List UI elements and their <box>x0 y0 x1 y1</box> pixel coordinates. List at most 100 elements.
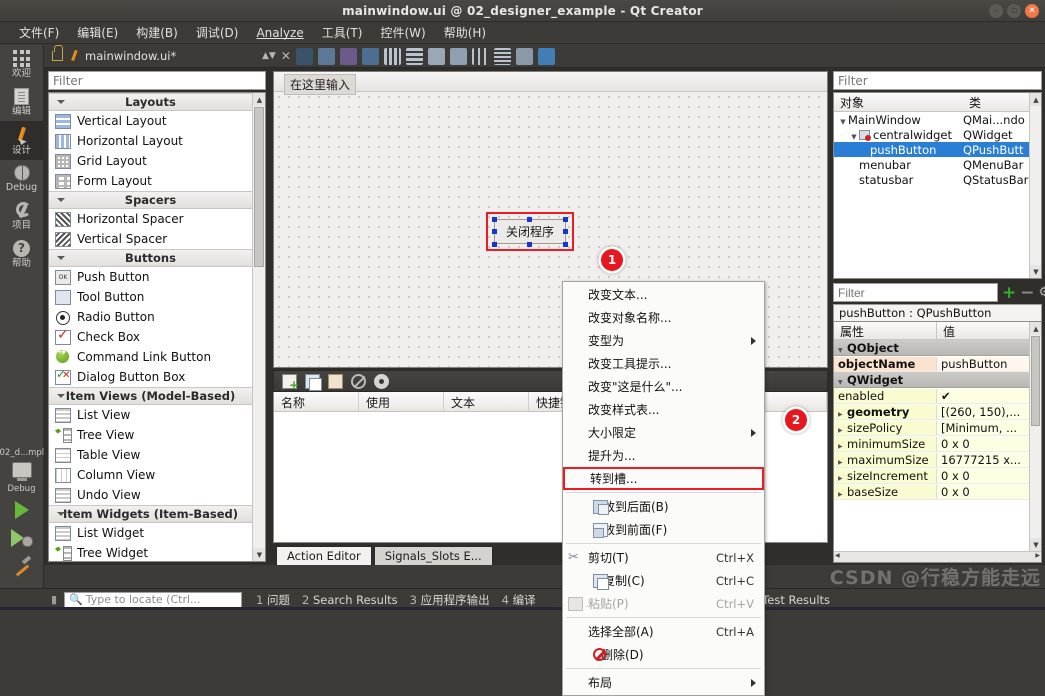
scroll-up-icon[interactable]: ▲ <box>1030 93 1042 106</box>
resize-handle-w[interactable] <box>492 229 497 234</box>
scroll-up-icon[interactable]: ▲ <box>253 93 266 106</box>
menu-edit[interactable]: 编辑(E) <box>68 22 127 43</box>
widget-item[interactable]: Undo View <box>49 485 252 505</box>
remove-icon[interactable]: − <box>1020 286 1034 300</box>
property-row[interactable]: ▶maximumSize16777215 x... <box>834 452 1041 468</box>
widget-item[interactable]: Radio Button <box>49 307 252 327</box>
widget-category-0[interactable]: Layouts <box>49 93 252 111</box>
widget-item[interactable]: Vertical Layout <box>49 111 252 131</box>
object-inspector-tree[interactable]: 对象 类 ▼MainWindowQMai...ndo▼centralwidget… <box>833 92 1042 279</box>
chevron-right-icon[interactable]: ▶ <box>838 475 847 482</box>
resize-handle-s[interactable] <box>527 242 532 247</box>
widget-item[interactable]: Horizontal Layout <box>49 131 252 151</box>
chevron-down-icon[interactable]: ▼ <box>838 379 847 386</box>
sidebar-item-welcome[interactable]: 欢迎 <box>0 45 44 83</box>
scroll-right-icon[interactable]: ▶ <box>1035 552 1040 559</box>
object-tree-scrollbar[interactable]: ▲ ▼ <box>1029 93 1041 278</box>
status-item-issues[interactable]: 1 问题 <box>250 592 296 608</box>
scroll-down-icon[interactable]: ▼ <box>1030 265 1042 278</box>
property-value[interactable]: 0 x 0 <box>936 469 1041 483</box>
column-header-text[interactable]: 文本 <box>444 392 529 411</box>
sidebar-item-edit[interactable]: 编辑 <box>0 83 44 121</box>
widget-item[interactable]: Tree View <box>49 425 252 445</box>
lock-icon[interactable] <box>52 51 63 61</box>
close-document-icon[interactable]: ✕ <box>281 49 291 63</box>
object-tree-row[interactable]: statusbarQStatusBar <box>834 172 1041 187</box>
context-menu-item[interactable]: 放到后面(B) <box>563 495 764 518</box>
scroll-down-icon[interactable]: ▼ <box>1030 538 1042 551</box>
object-tree-row[interactable]: ▼MainWindowQMai...ndo <box>834 112 1041 127</box>
edit-tab-order-icon[interactable] <box>384 48 401 65</box>
context-menu-item[interactable]: 布局 <box>563 671 764 694</box>
form-menu-placeholder[interactable]: 在这里输入 <box>284 74 356 95</box>
layout-form-icon[interactable] <box>472 48 489 65</box>
property-row[interactable]: ▶geometry[(260, 150),... <box>834 404 1041 420</box>
widget-item[interactable]: Tree Widget <box>49 543 252 562</box>
widget-item[interactable]: Table View <box>49 445 252 465</box>
widget-box-scrollbar[interactable]: ▲ ▼ <box>252 93 265 561</box>
widget-item[interactable]: Dialog Button Box <box>49 367 252 387</box>
property-row[interactable]: objectNamepushButton <box>834 356 1041 372</box>
sidebar-toggle-icon[interactable]: ▮ <box>44 593 64 606</box>
column-header-value[interactable]: 值 <box>936 322 1041 339</box>
new-action-icon[interactable] <box>282 374 297 389</box>
menu-widgets[interactable]: 控件(W) <box>371 22 434 43</box>
widget-item[interactable]: Check Box <box>49 327 252 347</box>
sidebar-item-debug[interactable]: Debug <box>0 160 44 197</box>
scroll-left-icon[interactable]: ◀ <box>835 552 840 559</box>
widget-category-1[interactable]: Spacers <box>49 191 252 209</box>
locator-field[interactable]: 🔍 Type to locate (Ctrl... <box>64 592 242 608</box>
paste-action-icon[interactable] <box>328 374 343 389</box>
column-header-used[interactable]: 使用 <box>359 392 444 411</box>
scroll-down-icon[interactable]: ▼ <box>253 548 266 561</box>
status-item-search-results[interactable]: 2 Search Results <box>296 593 404 607</box>
widget-item[interactable]: Grid Layout <box>49 151 252 171</box>
break-layout-icon[interactable] <box>516 48 533 65</box>
context-menu-item[interactable]: 改变工具提示... <box>563 352 764 375</box>
debug-run-icon[interactable] <box>11 529 33 547</box>
widget-item[interactable]: Command Link Button <box>49 347 252 367</box>
copy-action-icon[interactable] <box>305 374 320 389</box>
object-tree-row[interactable]: menubarQMenuBar <box>834 157 1041 172</box>
property-editor-table[interactable]: 属性 值 ▼QObjectobjectNamepushButton▼QWidge… <box>833 321 1042 563</box>
add-icon[interactable]: + <box>1002 286 1016 300</box>
scrollbar-thumb[interactable] <box>254 107 264 267</box>
tab-signals-slots-editor[interactable]: Signals_Slots E... <box>374 546 493 565</box>
property-scrollbar-v[interactable]: ▲ ▼ <box>1029 322 1041 551</box>
resize-handle-se[interactable] <box>563 242 568 247</box>
tab-action-editor[interactable]: Action Editor <box>276 546 372 565</box>
widget-item[interactable]: List View <box>49 405 252 425</box>
layout-horizontal-icon[interactable] <box>406 48 423 65</box>
widget-item[interactable]: Form Layout <box>49 171 252 191</box>
sidebar-item-projects[interactable]: 项目 <box>0 197 44 235</box>
context-menu-item[interactable]: 变型为 <box>563 329 764 352</box>
property-value[interactable]: 0 x 0 <box>936 485 1041 499</box>
chevron-down-icon[interactable]: ▼ <box>838 118 848 126</box>
design-pushbutton[interactable]: 关闭程序 <box>494 219 566 244</box>
widget-box-filter-input[interactable] <box>48 71 266 90</box>
configure-icon[interactable]: ⚙ <box>1039 285 1045 300</box>
edit-signals-icon[interactable] <box>340 48 357 65</box>
chevron-right-icon[interactable]: ▶ <box>838 491 847 498</box>
property-row[interactable]: ▶sizeIncrement0 x 0 <box>834 468 1041 484</box>
chevron-right-icon[interactable]: ▶ <box>838 459 847 466</box>
widget-item[interactable]: Horizontal Spacer <box>49 209 252 229</box>
context-menu-item[interactable]: 放到前面(F) <box>563 518 764 541</box>
menu-build[interactable]: 构建(B) <box>127 22 187 43</box>
resize-handle-e[interactable] <box>563 229 568 234</box>
scrollbar-thumb[interactable] <box>1031 336 1040 426</box>
property-row[interactable]: ▶minimumSize0 x 0 <box>834 436 1041 452</box>
context-menu-item[interactable]: 改变对象名称... <box>563 306 764 329</box>
property-row[interactable]: ▶sizePolicy[Minimum, ... <box>834 420 1041 436</box>
menu-tools[interactable]: 工具(T) <box>313 22 372 43</box>
property-row[interactable]: ▼QObject <box>834 340 1041 356</box>
menu-analyze[interactable]: Analyze <box>247 24 312 42</box>
chevron-right-icon[interactable]: ▶ <box>838 443 847 450</box>
chevron-updown-icon[interactable]: ▲▼ <box>262 51 276 61</box>
object-tree-row[interactable]: ▼centralwidgetQWidget <box>834 127 1041 142</box>
context-menu-item[interactable]: 大小限定 <box>563 421 764 444</box>
widget-item[interactable]: Tool Button <box>49 287 252 307</box>
widget-item[interactable]: OKPush Button <box>49 267 252 287</box>
maximize-button[interactable]: ▫ <box>1007 4 1021 18</box>
widget-item[interactable]: Column View <box>49 465 252 485</box>
